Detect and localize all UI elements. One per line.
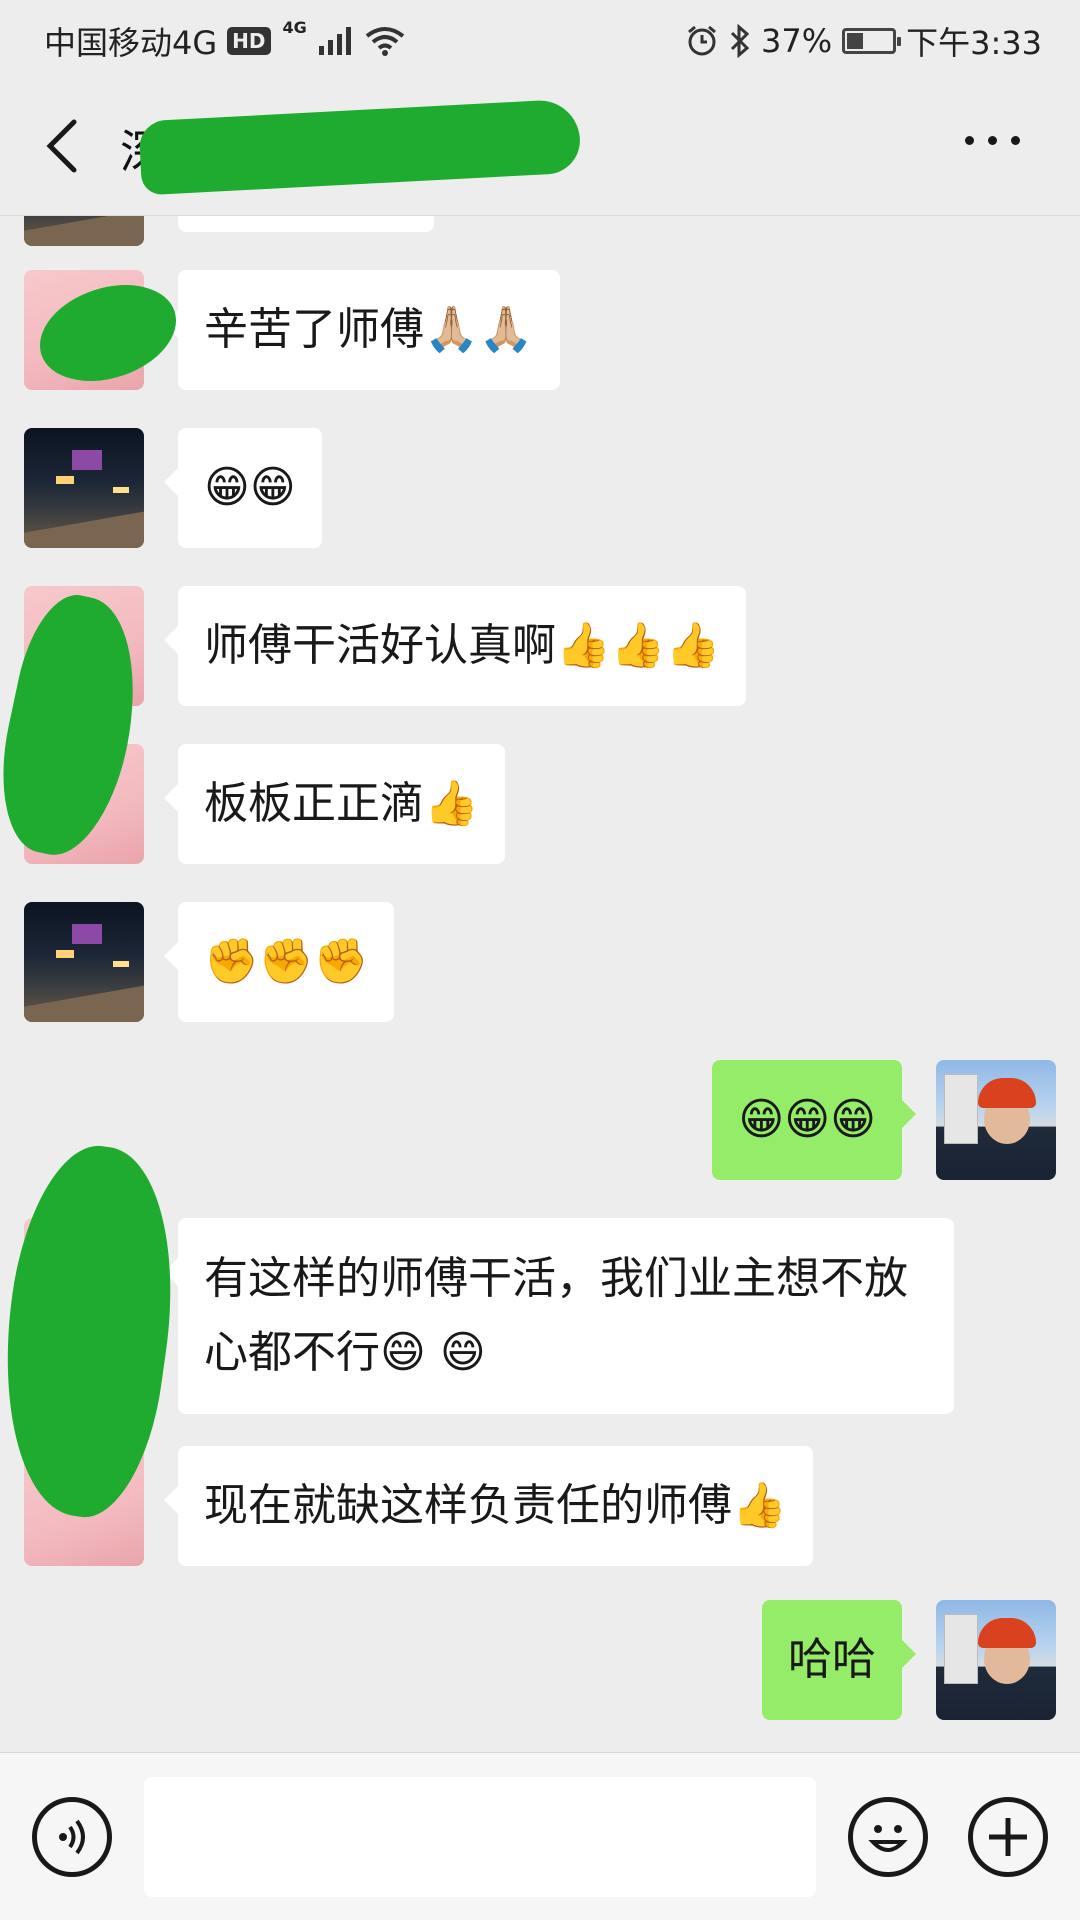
avatar[interactable] [24,428,144,548]
battery-percent: 37% [761,22,833,60]
network-type-label: 4G [282,18,307,37]
plus-icon[interactable] [968,1797,1048,1877]
clock: 下午3:33 [906,24,1042,62]
avatar-self[interactable] [936,1060,1056,1180]
redaction-scribble [138,98,582,196]
chevron-left-icon[interactable] [40,116,84,176]
avatar-self[interactable] [936,1600,1056,1720]
avatar[interactable] [24,216,144,246]
redaction-scribble [0,1136,193,1526]
message-bubble[interactable]: 😁😁 [164,428,322,548]
chat-header: 深港城 [0,76,1080,216]
message-bubble[interactable]: ✊✊✊ [163,902,395,1022]
status-left: 中国移动4G HD 4G [44,18,405,64]
message-list[interactable]: 辛苦了师傅🙏🏼🙏🏼 😁😁 师傅干活好认真啊👍👍👍 板板正正滴👍 ✊✊✊ 😁😁😁 … [0,216,1080,1752]
message-input[interactable] [144,1777,816,1897]
message-bubble[interactable]: 现在就缺这样负责任的师傅👍 [164,1446,813,1566]
message-bubble[interactable]: 师傅干活好认真啊👍👍👍 [163,586,747,706]
alarm-icon [688,25,716,56]
more-dots-icon[interactable] [965,136,1020,145]
hd-badge: HD [227,27,271,55]
voice-icon[interactable] [32,1797,112,1877]
message-bubble-outgoing[interactable]: 😁😁😁 [712,1060,916,1180]
avatar[interactable] [24,902,144,1022]
battery-icon [842,28,902,54]
message-bubble [178,216,434,232]
status-right: 37% 下午3:33 [685,18,1042,64]
wifi-icon [365,27,405,56]
message-bubble-outgoing[interactable]: 哈哈 [762,1600,916,1720]
message-bubble[interactable]: 有这样的师傅干活，我们业主想不放心都不行😄 😄 [164,1218,954,1414]
emoji-icon[interactable] [848,1797,928,1877]
bluetooth-icon [730,24,750,58]
carrier-label: 中国移动4G [44,24,218,62]
input-bar [0,1752,1080,1920]
message-bubble[interactable]: 辛苦了师傅🙏🏼🙏🏼 [164,270,560,390]
status-bar: 中国移动4G HD 4G 37% 下午3:33 [0,0,1080,76]
message-bubble[interactable]: 板板正正滴👍 [164,744,505,864]
signal-icon [318,27,351,55]
